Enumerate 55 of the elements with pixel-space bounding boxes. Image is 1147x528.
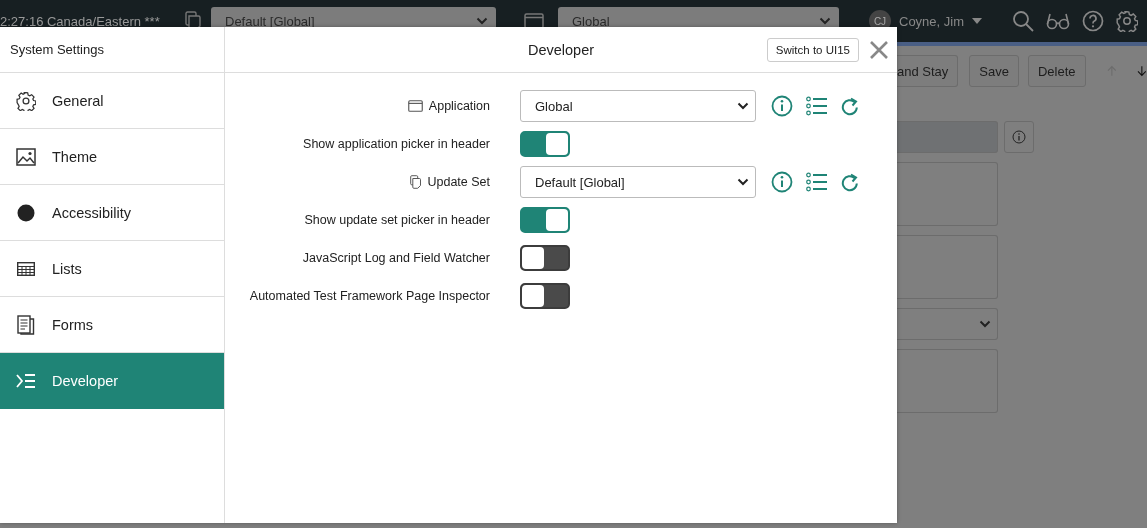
setting-label: Application xyxy=(428,99,490,113)
menu-item[interactable]: General xyxy=(0,73,224,129)
documents-icon xyxy=(410,175,422,189)
list-icon[interactable] xyxy=(806,172,828,192)
image-icon xyxy=(16,147,36,166)
help-icon[interactable] xyxy=(1082,10,1105,32)
setting-label: Update Set xyxy=(427,175,490,189)
info-icon[interactable] xyxy=(771,95,793,117)
form-icon xyxy=(17,314,35,335)
search-icon[interactable] xyxy=(1012,10,1035,32)
chevron-icon xyxy=(737,178,749,186)
menu-item[interactable]: Accessibility xyxy=(0,185,224,241)
toggle-switch[interactable] xyxy=(520,283,570,309)
setting-label: JavaScript Log and Field Watcher xyxy=(302,251,490,265)
info-icon xyxy=(1012,130,1026,144)
select-field[interactable] xyxy=(897,308,998,340)
select-field[interactable]: Global xyxy=(520,90,756,122)
caret-icon[interactable] xyxy=(972,18,983,24)
refresh-icon[interactable] xyxy=(841,172,859,192)
info-button[interactable] xyxy=(1004,121,1034,153)
chevron-icon xyxy=(737,102,749,110)
menu-item[interactable]: Lists xyxy=(0,241,224,297)
info-icon[interactable] xyxy=(771,171,793,193)
toolbar-button[interactable]: and Stay xyxy=(897,55,959,87)
circle-icon xyxy=(17,203,35,222)
gear-icon xyxy=(16,90,36,111)
switch-button[interactable]: Switch to UI15 xyxy=(766,37,859,62)
toggle-switch[interactable] xyxy=(520,245,570,271)
select-field[interactable]: Default [Global] xyxy=(520,166,756,198)
menu-item[interactable]: Developer xyxy=(0,353,224,409)
panel-title: Developer xyxy=(527,41,595,58)
close-icon[interactable] xyxy=(869,39,889,60)
setting-label: Show update set picker in header xyxy=(304,213,490,227)
settings-icon[interactable] xyxy=(1116,10,1139,32)
toolbar-button[interactable]: Save xyxy=(969,55,1019,87)
toolbar-button[interactable]: Delete xyxy=(1027,55,1086,87)
refresh-icon[interactable] xyxy=(841,96,859,116)
chevron-icon xyxy=(819,17,831,25)
glasses-icon[interactable] xyxy=(1046,12,1071,30)
toggle-switch[interactable] xyxy=(520,131,570,157)
user-name[interactable]: Coyne, Jim xyxy=(899,13,965,29)
table-icon xyxy=(17,261,35,276)
menu-item[interactable]: Theme xyxy=(0,129,224,185)
chevron-icon xyxy=(979,320,991,328)
setting-label: Show application picker in header xyxy=(303,137,490,151)
toggle-switch[interactable] xyxy=(520,207,570,233)
read-only-field[interactable] xyxy=(897,121,998,153)
menu-item[interactable]: Forms xyxy=(0,297,224,353)
code-list-icon xyxy=(16,373,36,389)
setting-label: Automated Test Framework Page Inspector xyxy=(249,289,490,303)
clock-text: 2:27:16 Canada/Eastern *** xyxy=(0,13,161,29)
list-icon[interactable] xyxy=(806,96,828,116)
window-icon xyxy=(407,100,423,112)
dialog-title: System Settings xyxy=(10,42,104,57)
chevron-icon xyxy=(476,17,488,25)
